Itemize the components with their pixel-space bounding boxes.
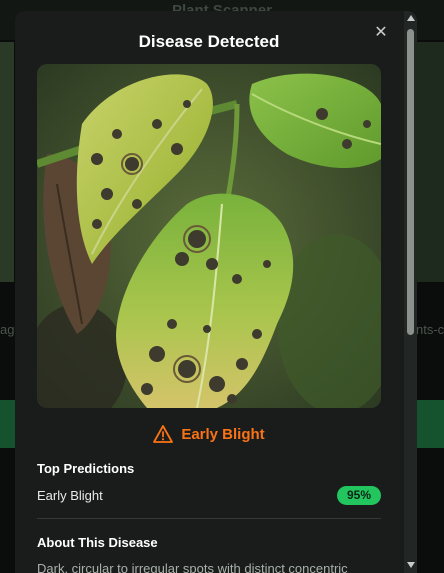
close-icon[interactable]: ✕ <box>373 25 389 41</box>
scroll-down-arrow-icon[interactable] <box>407 562 415 568</box>
confidence-badge: 95% <box>336 485 381 505</box>
dialog-title: Disease Detected <box>138 32 280 51</box>
background-card-image <box>0 42 14 282</box>
disease-result-dialog: Disease Detected ✕ Early Blight Top Pred… <box>15 11 417 573</box>
divider <box>37 518 381 519</box>
leaf-photo <box>37 64 381 408</box>
warning-triangle-icon <box>153 425 174 443</box>
detection-result: Early Blight <box>15 423 403 445</box>
disease-name: Early Blight <box>181 425 265 443</box>
top-predictions-heading: Top Predictions <box>37 461 135 476</box>
about-disease-heading: About This Disease <box>37 535 158 550</box>
background-text: nts-c <box>416 322 444 337</box>
prediction-row: Early Blight 95% <box>37 485 381 505</box>
disease-description: Dark, circular to irregular spots with d… <box>37 561 348 573</box>
scrollbar-thumb[interactable] <box>407 29 414 335</box>
background-text: ag <box>0 322 15 337</box>
prediction-name: Early Blight <box>37 487 103 503</box>
background-card-image <box>416 42 444 282</box>
scroll-up-arrow-icon[interactable] <box>407 15 415 21</box>
